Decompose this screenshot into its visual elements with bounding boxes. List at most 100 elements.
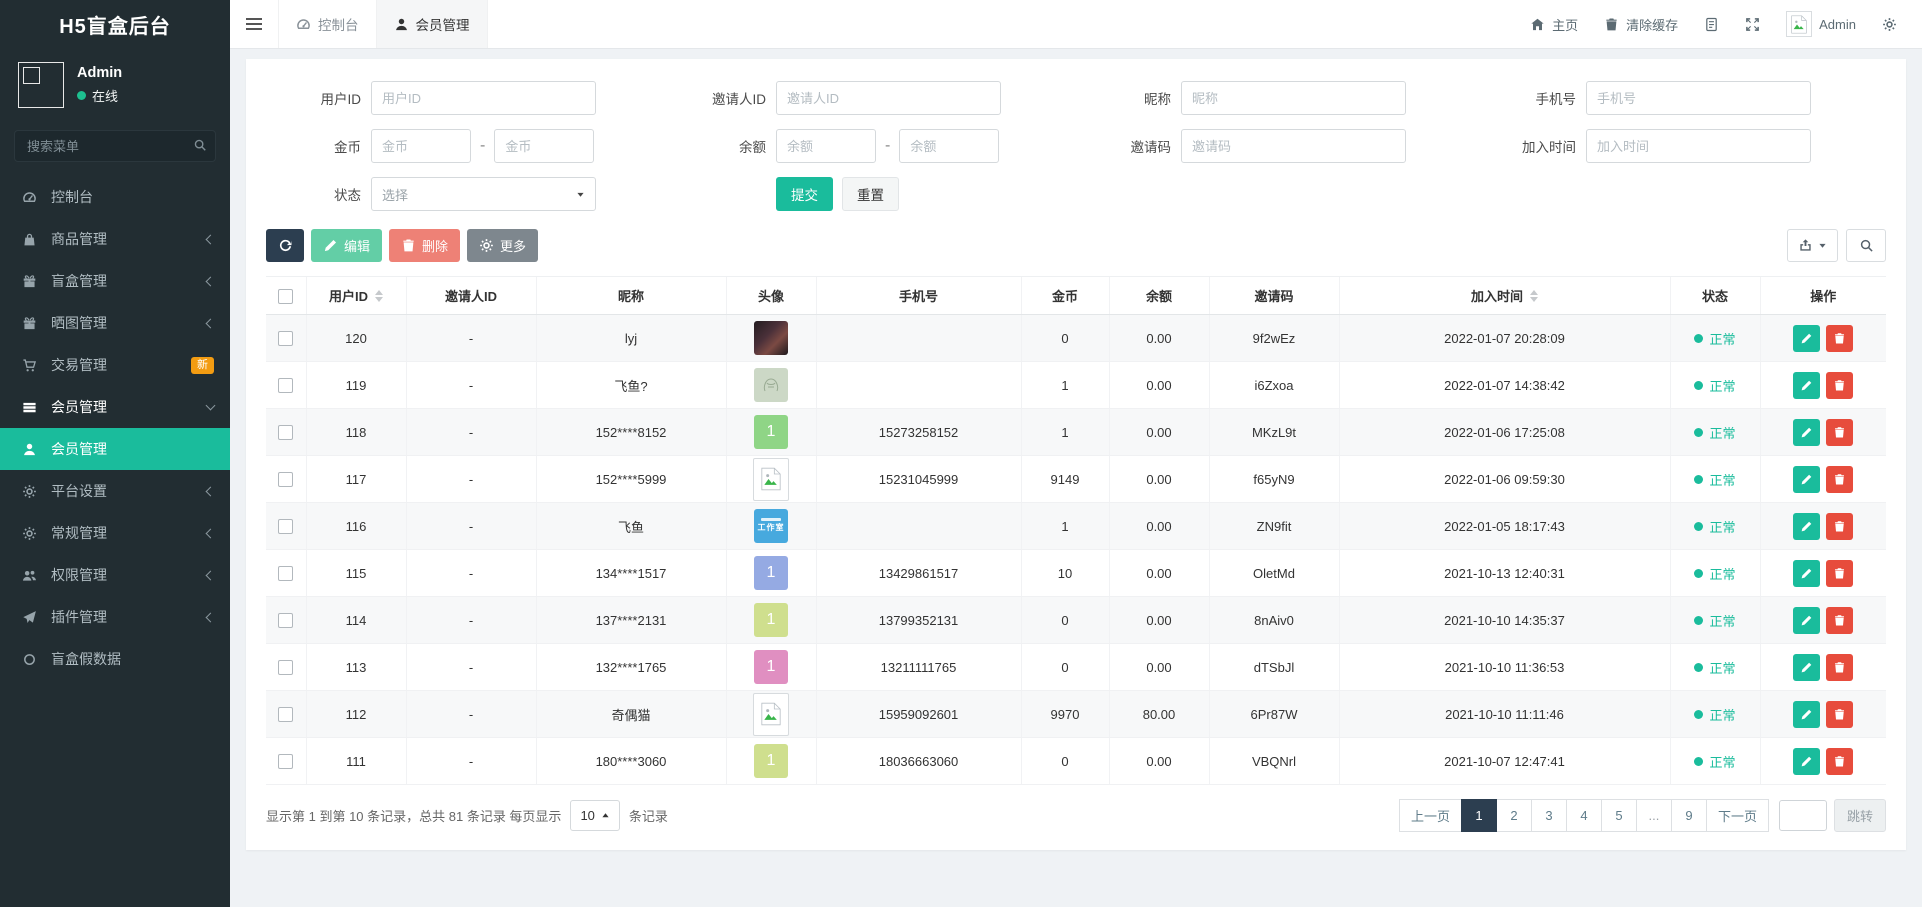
balance-max-input[interactable]: [899, 129, 999, 163]
row-checkbox[interactable]: [278, 754, 293, 769]
status-select[interactable]: 选择: [371, 177, 596, 211]
row-edit-button[interactable]: [1793, 748, 1820, 775]
nickname-input[interactable]: [1181, 81, 1406, 115]
filter-field-coins: 金币-: [266, 129, 671, 163]
column-header-time[interactable]: 加入时间: [1339, 277, 1670, 315]
tab-member[interactable]: 会员管理: [377, 0, 488, 48]
cell-status: 正常: [1670, 738, 1760, 785]
user-id-input[interactable]: [371, 81, 596, 115]
row-checkbox[interactable]: [278, 331, 293, 346]
table-search-button[interactable]: [1846, 229, 1886, 262]
column-header-id[interactable]: 用户ID: [306, 277, 406, 315]
export-button[interactable]: [1787, 229, 1838, 262]
row-edit-button[interactable]: [1793, 560, 1820, 587]
sidebar-toggle-button[interactable]: [230, 0, 278, 48]
row-delete-button[interactable]: [1826, 513, 1853, 540]
column-header-phone[interactable]: 手机号: [816, 277, 1021, 315]
page-button-3[interactable]: 3: [1531, 799, 1567, 832]
page-button-1[interactable]: 1: [1461, 799, 1497, 832]
invite-code-input[interactable]: [1181, 129, 1406, 163]
status-label: 正常: [1709, 423, 1735, 442]
edit-button[interactable]: 编辑: [311, 229, 382, 262]
row-delete-button[interactable]: [1826, 325, 1853, 352]
page-size-select[interactable]: 10: [570, 800, 619, 831]
column-header-balance[interactable]: 余额: [1109, 277, 1209, 315]
row-edit-button[interactable]: [1793, 607, 1820, 634]
phone-input[interactable]: [1586, 81, 1811, 115]
more-button[interactable]: 更多: [467, 229, 538, 262]
row-checkbox[interactable]: [278, 425, 293, 440]
column-header-ops[interactable]: 操作: [1760, 277, 1886, 315]
coins-min-input[interactable]: [371, 129, 471, 163]
row-delete-button[interactable]: [1826, 654, 1853, 681]
row-delete-button[interactable]: [1826, 466, 1853, 493]
row-delete-button[interactable]: [1826, 372, 1853, 399]
row-delete-button[interactable]: [1826, 748, 1853, 775]
sidebar-item-member[interactable]: 会员管理: [0, 428, 230, 470]
sidebar-item-plugin[interactable]: 插件管理: [0, 596, 230, 638]
sidebar-item-photos[interactable]: 晒图管理: [0, 302, 230, 344]
coins-max-input[interactable]: [494, 129, 594, 163]
tab-console[interactable]: 控制台: [278, 0, 377, 48]
sidebar-item-goods[interactable]: 商品管理: [0, 218, 230, 260]
sidebar-item-general[interactable]: 常规管理: [0, 512, 230, 554]
reset-button[interactable]: 重置: [842, 177, 899, 211]
nav-language-button[interactable]: [1691, 0, 1732, 49]
submit-button[interactable]: 提交: [776, 177, 833, 211]
page-button-9[interactable]: 9: [1671, 799, 1707, 832]
refresh-button[interactable]: [266, 229, 304, 262]
row-edit-button[interactable]: [1793, 419, 1820, 446]
row-checkbox[interactable]: [278, 472, 293, 487]
nav-fullscreen-button[interactable]: [1732, 0, 1773, 49]
row-checkbox[interactable]: [278, 566, 293, 581]
avatar-placeholder-icon: [753, 458, 789, 501]
nav-clearcache-button[interactable]: 清除缓存: [1591, 0, 1691, 49]
row-checkbox[interactable]: [278, 378, 293, 393]
row-edit-button[interactable]: [1793, 701, 1820, 728]
jump-page-input[interactable]: [1779, 800, 1827, 831]
column-header-status[interactable]: 状态: [1670, 277, 1760, 315]
menu-search-input[interactable]: [14, 130, 216, 162]
select-all-checkbox[interactable]: [278, 289, 293, 304]
cell-balance: 80.00: [1109, 691, 1209, 738]
row-delete-button[interactable]: [1826, 607, 1853, 634]
row-edit-button[interactable]: [1793, 513, 1820, 540]
row-checkbox[interactable]: [278, 660, 293, 675]
row-edit-button[interactable]: [1793, 654, 1820, 681]
sidebar-item-trade[interactable]: 交易管理新: [0, 344, 230, 386]
page-button-5[interactable]: 5: [1601, 799, 1637, 832]
sidebar-item-fake-data[interactable]: 盲盒假数据: [0, 638, 230, 680]
nav-settings-button[interactable]: [1869, 0, 1910, 49]
row-edit-button[interactable]: [1793, 372, 1820, 399]
row-checkbox[interactable]: [278, 613, 293, 628]
row-delete-button[interactable]: [1826, 701, 1853, 728]
row-delete-button[interactable]: [1826, 419, 1853, 446]
sidebar-item-platform[interactable]: 平台设置: [0, 470, 230, 512]
nav-profile[interactable]: Admin: [1773, 0, 1869, 49]
sidebar-item-console[interactable]: 控制台: [0, 176, 230, 218]
next-page-button[interactable]: 下一页: [1706, 799, 1769, 832]
sidebar-item-blindbox[interactable]: 盲盒管理: [0, 260, 230, 302]
cell-balance: 0.00: [1109, 738, 1209, 785]
join-time-input[interactable]: [1586, 129, 1811, 163]
column-header-inviter[interactable]: 邀请人ID: [406, 277, 536, 315]
nav-home-button[interactable]: 主页: [1517, 0, 1591, 49]
row-edit-button[interactable]: [1793, 325, 1820, 352]
page-button-2[interactable]: 2: [1496, 799, 1532, 832]
column-header-code[interactable]: 邀请码: [1209, 277, 1339, 315]
row-edit-button[interactable]: [1793, 466, 1820, 493]
row-checkbox[interactable]: [278, 707, 293, 722]
column-header-coins[interactable]: 金币: [1021, 277, 1109, 315]
sidebar-item-permission[interactable]: 权限管理: [0, 554, 230, 596]
balance-min-input[interactable]: [776, 129, 876, 163]
sidebar-item-member-parent[interactable]: 会员管理: [0, 386, 230, 428]
row-checkbox[interactable]: [278, 519, 293, 534]
column-header-avatar[interactable]: 头像: [726, 277, 816, 315]
delete-button[interactable]: 删除: [389, 229, 460, 262]
inviter-id-input[interactable]: [776, 81, 1001, 115]
jump-button[interactable]: 跳转: [1834, 799, 1886, 832]
page-button-4[interactable]: 4: [1566, 799, 1602, 832]
prev-page-button[interactable]: 上一页: [1399, 799, 1462, 832]
column-header-nickname[interactable]: 昵称: [536, 277, 726, 315]
row-delete-button[interactable]: [1826, 560, 1853, 587]
